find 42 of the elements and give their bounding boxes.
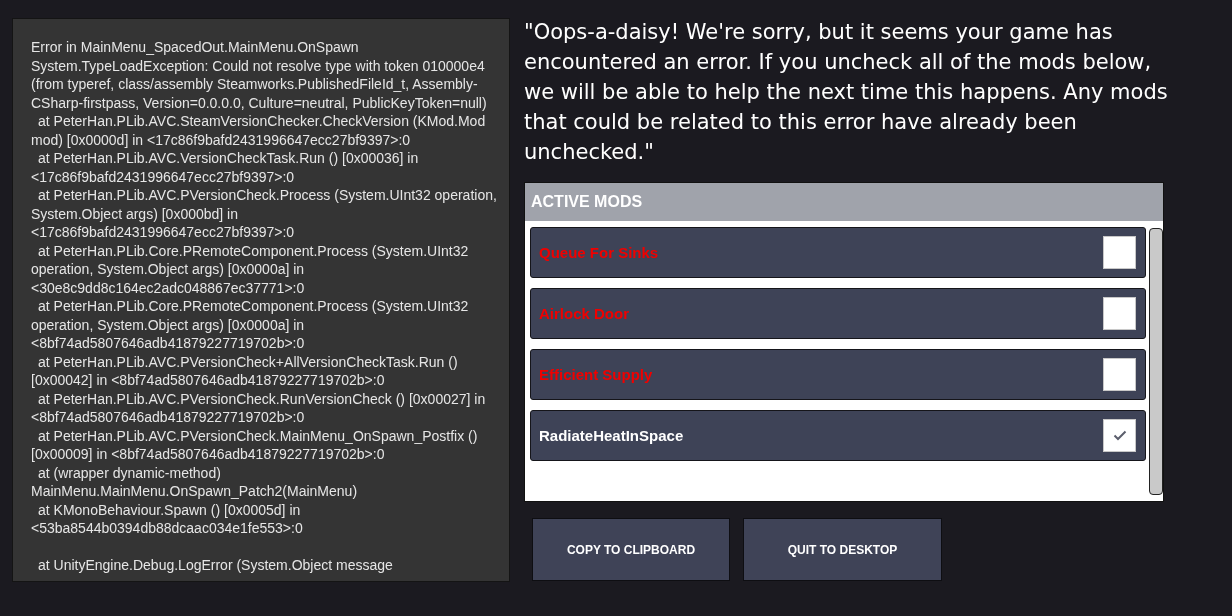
panel-title: ACTIVE MODS	[531, 194, 643, 210]
checkbox[interactable]	[1103, 358, 1136, 391]
log-line: <8bf74ad5807646adb41879227719702b>:0	[31, 334, 305, 353]
log-line: at PeterHan.PLib.AVC.PVersionCheck.MainMenu_OnSpawn_Postfix ()	[37, 426, 478, 445]
copy-button[interactable]: COPY TO CLIPBOARD	[532, 518, 730, 581]
log-line: <30e8c9dd8c164ec2adc048867ec37771>:0	[31, 278, 305, 297]
log-line: MainMenu.MainMenu.OnSpawn_Patch2(MainMenu)	[31, 482, 358, 501]
log-line: at PeterHan.PLib.AVC.VersionCheckTask.Run () [0x00036] in	[37, 149, 419, 168]
log-line: <17c86f9bafd2431996647ecc27bf9397>:0	[31, 167, 295, 186]
log-line: <17c86f9bafd2431996647ecc27bf9397>:0	[31, 223, 295, 242]
log-line: at PeterHan.PLib.AVC.PVersionCheck.RunVersionCheck () [0x00027] in	[37, 389, 486, 408]
log-line: operation, System.Object args) [0x0000a] in	[31, 260, 305, 279]
error-message: "Oops-a-daisy! We're sorry, but it seems your game has encountered an error. If you uncheck all of the mods below, we will be able to help the next time this happens. Any mods that could be related to this error have already been unchecked."	[524, 19, 1169, 166]
log-line: at UnityEngine.Debug.LogError (System.Object message	[37, 556, 393, 575]
log-line: at PeterHan.PLib.AVC.PVersionCheck+AllVersionCheckTask.Run ()	[37, 352, 458, 371]
check-icon	[1112, 430, 1127, 441]
log-line: (from typeref, class/assembly Steamworks.PublishedFileId_t, Assembly-	[31, 75, 478, 94]
log-line: System.Object args) [0x000bd] in	[31, 204, 238, 223]
log-line: mod) [0x0000d] in <17c86f9bafd2431996647ecc27bf9397>:0	[31, 130, 411, 149]
mod-name: Queue For Sinks	[539, 245, 659, 260]
log-line: <53ba8544b0394db88dcaac034e1fe553>:0	[31, 519, 303, 538]
mod-name: Airlock Door	[539, 306, 629, 321]
mod-name: RadiateHeatInSpace	[539, 428, 684, 443]
log-line: [0x00009] in <8bf74ad5807646adb41879227719702b>:0	[31, 445, 385, 464]
log-line: [0x00042] in <8bf74ad5807646adb41879227719702b>:0	[31, 371, 385, 390]
log-line: CSharp-firstpass, Version=0.0.0.0, Culture=neutral, PublicKeyToken=null)	[31, 93, 487, 112]
log-line: System.TypeLoadException: Could not resolve type with token 010000e4	[31, 56, 485, 75]
log-line: at KMonoBehaviour.Spawn () [0x0005d] in	[37, 500, 301, 519]
log-line: at PeterHan.PLib.AVC.PVersionCheck.Process (System.UInt32 operation,	[37, 186, 497, 205]
quit-button[interactable]: QUIT TO DESKTOP	[743, 518, 942, 581]
log-line: Error in MainMenu_SpacedOut.MainMenu.OnSpawn	[31, 38, 359, 57]
log-line: at PeterHan.PLib.Core.PRemoteComponent.Process (System.UInt32	[37, 297, 469, 316]
checkbox[interactable]	[1103, 297, 1136, 330]
log-line: at (wrapper dynamic-method)	[37, 463, 221, 482]
log-line: at PeterHan.PLib.Core.PRemoteComponent.Process (System.UInt32	[37, 241, 469, 260]
log-line: <8bf74ad5807646adb41879227719702b>:0	[31, 408, 305, 427]
scrollbar[interactable]	[1149, 228, 1163, 495]
checkbox[interactable]	[1103, 419, 1136, 452]
checkbox[interactable]	[1103, 236, 1136, 269]
log-line: at PeterHan.PLib.AVC.SteamVersionChecker.CheckVersion (KMod.Mod	[37, 112, 486, 131]
log-line: operation, System.Object args) [0x0000a] in	[31, 315, 305, 334]
mod-name: Efficient Supply	[539, 367, 653, 382]
